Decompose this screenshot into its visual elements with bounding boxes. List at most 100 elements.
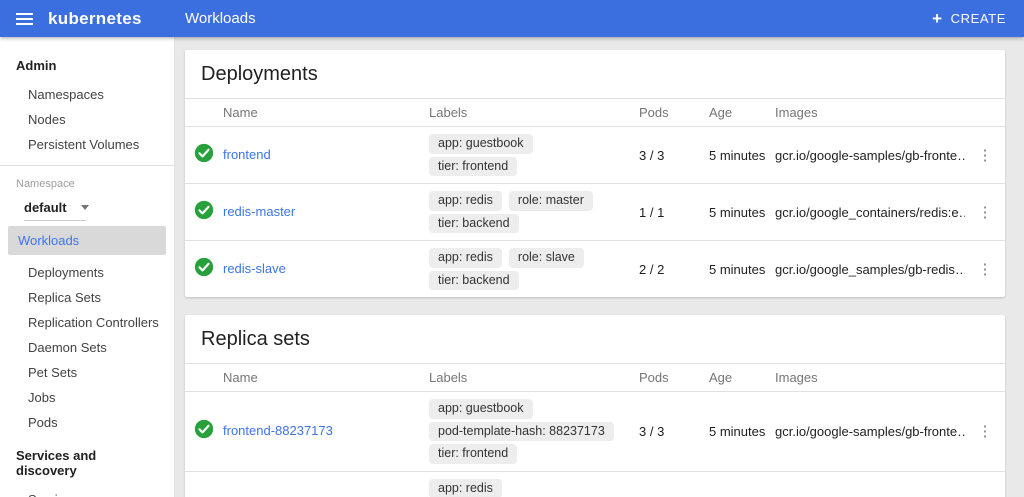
label-chip: app: redis: [429, 248, 502, 268]
labels-cell: app: redis role: slave tier: backend: [429, 245, 639, 293]
menu-cell: ⋮: [965, 258, 1005, 281]
chevron-down-icon: [81, 205, 89, 210]
status-ok-icon: [194, 419, 214, 444]
label-chip: tier: backend: [429, 271, 519, 291]
sidebar-item-pet-sets[interactable]: Pet Sets: [0, 360, 174, 385]
label-chip: app: guestbook: [429, 399, 533, 419]
resource-link-frontend-88237173[interactable]: frontend-88237173: [223, 423, 333, 438]
replica-sets-table: NameLabelsPodsAgeImagesfrontend-88237173…: [185, 363, 1005, 497]
label-chip: tier: frontend: [429, 157, 517, 177]
table-row: frontend app: guestbook tier: frontend 3 / …: [185, 127, 1005, 184]
plus-icon: +: [932, 10, 943, 27]
sidebar-section-services-and-discovery: Services and discovery: [0, 435, 174, 487]
menu-cell: ⋮: [965, 420, 1005, 443]
deployments-table: NameLabelsPodsAgeImages frontend app: gues…: [185, 98, 1005, 297]
labels-cell: app: guestbook pod-template-hash: 8823717…: [429, 396, 639, 467]
row-menu-button[interactable]: ⋮: [970, 144, 1001, 167]
status-cell: [185, 257, 223, 282]
namespace-label: Namespace: [0, 168, 174, 192]
label-chip: role: master: [509, 191, 593, 211]
label-chip: tier: backend: [429, 214, 519, 234]
resource-link-redis-master[interactable]: redis-master: [223, 204, 295, 219]
create-button[interactable]: + CREATE: [932, 10, 1006, 27]
pods-cell: 1 / 1: [639, 205, 709, 220]
status-cell: [185, 143, 223, 168]
column-header-age: Age: [709, 99, 775, 126]
pods-cell: 3 / 3: [639, 424, 709, 439]
replica-sets-card: Replica sets NameLabelsPodsAgeImagesfron…: [185, 315, 1005, 497]
label-chip: app: guestbook: [429, 134, 533, 154]
create-button-label: CREATE: [951, 11, 1006, 26]
row-menu-button[interactable]: ⋮: [970, 258, 1001, 281]
app-logo[interactable]: kubernetes: [48, 9, 142, 29]
main-content: Deployments NameLabelsPodsAgeImagesfront…: [175, 37, 1024, 497]
resource-link-frontend[interactable]: frontend: [223, 147, 271, 162]
images-cell: gcr.io/google-samples/gb-fronte…: [775, 424, 965, 439]
images-cell: gcr.io/google-samples/gb-fronte…: [775, 148, 965, 163]
status-cell: [185, 200, 223, 225]
table-row: redis-master app: redis role: master tier: …: [185, 184, 1005, 241]
card-title: Replica sets: [185, 315, 1005, 363]
sidebar-item-replication-controllers[interactable]: Replication Controllers: [0, 310, 174, 335]
column-header-pods: Pods: [639, 99, 709, 126]
status-ok-icon: [194, 200, 214, 225]
column-header-labels: Labels: [429, 364, 639, 391]
age-cell: 5 minutes: [709, 262, 775, 277]
hamburger-menu-icon[interactable]: [0, 13, 48, 25]
card-title: Deployments: [185, 50, 1005, 98]
label-chip: app: redis: [429, 191, 502, 211]
table-header-row: NameLabelsPodsAgeImages: [185, 363, 1005, 392]
sidebar-divider: [0, 165, 174, 166]
sidebar-item-nodes[interactable]: Nodes: [0, 107, 174, 132]
deployments-card: Deployments NameLabelsPodsAgeImages front…: [185, 50, 1005, 297]
label-chip: role: slave: [509, 248, 584, 268]
row-menu-button[interactable]: ⋮: [970, 201, 1001, 224]
label-chip: pod-template-hash: 88237173: [429, 422, 614, 442]
status-ok-icon: [194, 143, 214, 168]
label-chip: tier: frontend: [429, 444, 517, 464]
sidebar-item-workloads[interactable]: Workloads: [8, 226, 166, 255]
labels-cell: app: redis role: master tier: backend: [429, 188, 639, 236]
pods-cell: 2 / 2: [639, 262, 709, 277]
label-chip: app: redis: [429, 479, 502, 497]
sidebar-item-daemon-sets[interactable]: Daemon Sets: [0, 335, 174, 360]
resource-link-redis-slave[interactable]: redis-slave: [223, 261, 286, 276]
sidebar-item-replica-sets[interactable]: Replica Sets: [0, 285, 174, 310]
name-cell: frontend-88237173: [223, 422, 429, 440]
name-cell: redis-slave: [223, 260, 429, 278]
sidebar-item-jobs[interactable]: Jobs: [0, 385, 174, 410]
menu-cell: ⋮: [965, 144, 1005, 167]
name-cell: redis-master: [223, 203, 429, 221]
sidebar-item-services[interactable]: Services: [0, 487, 174, 497]
sidebar: AdminNamespacesNodesPersistent Volumes Na…: [0, 37, 175, 497]
column-header-labels: Labels: [429, 99, 639, 126]
menu-cell: ⋮: [965, 201, 1005, 224]
pods-cell: 3 / 3: [639, 148, 709, 163]
table-row: frontend-88237173 app: guestbook pod-templ…: [185, 392, 1005, 472]
namespace-selected-value: default: [24, 200, 67, 215]
column-header-images: Images: [775, 364, 965, 391]
status-cell: [185, 419, 223, 444]
images-cell: gcr.io/google_samples/gb-redis…: [775, 262, 965, 277]
page-title: Workloads: [185, 10, 256, 27]
row-menu-button[interactable]: ⋮: [970, 420, 1001, 443]
table-row: redis-master-343230949app: redispod-temp…: [185, 472, 1005, 497]
app-header: kubernetes Workloads + CREATE: [0, 0, 1024, 37]
table-header-row: NameLabelsPodsAgeImages: [185, 98, 1005, 127]
sidebar-section-admin: Admin: [0, 45, 174, 82]
sidebar-item-persistent-volumes[interactable]: Persistent Volumes: [0, 132, 174, 157]
age-cell: 5 minutes: [709, 148, 775, 163]
column-header-name: Name: [223, 99, 429, 126]
column-header-name: Name: [223, 364, 429, 391]
labels-cell: app: redispod-template-hash: 343230949ro…: [429, 476, 639, 497]
namespace-select[interactable]: default: [24, 196, 86, 221]
column-header-images: Images: [775, 99, 965, 126]
images-cell: gcr.io/google_containers/redis:e…: [775, 205, 965, 220]
age-cell: 5 minutes: [709, 205, 775, 220]
column-header-pods: Pods: [639, 364, 709, 391]
sidebar-item-pods[interactable]: Pods: [0, 410, 174, 435]
sidebar-item-namespaces[interactable]: Namespaces: [0, 82, 174, 107]
sidebar-item-deployments[interactable]: Deployments: [0, 260, 174, 285]
labels-cell: app: guestbook tier: frontend: [429, 131, 639, 179]
name-cell: frontend: [223, 146, 429, 164]
